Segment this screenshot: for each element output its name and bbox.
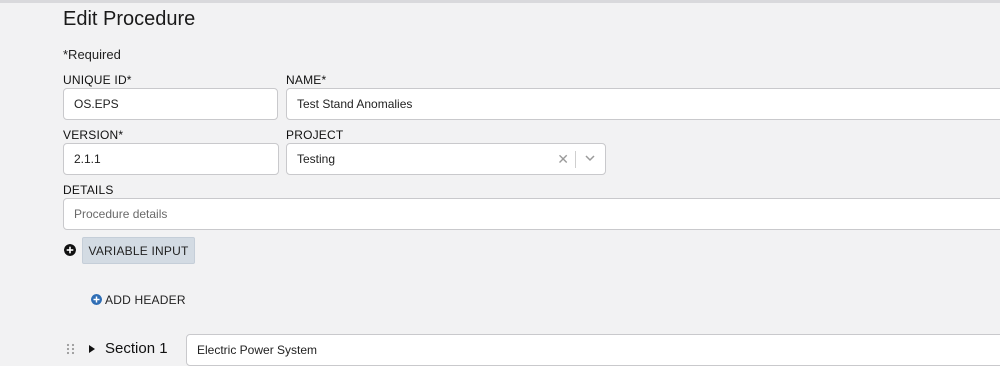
details-field[interactable]: Procedure details bbox=[63, 198, 1000, 230]
section-title-field[interactable]: Electric Power System bbox=[186, 334, 1000, 366]
add-header-button[interactable]: ADD HEADER bbox=[105, 293, 186, 307]
section-title-value: Electric Power System bbox=[197, 343, 318, 357]
variable-input-button[interactable]: VARIABLE INPUT bbox=[82, 237, 195, 264]
name-field[interactable]: Test Stand Anomalies bbox=[286, 88, 1000, 120]
clear-icon[interactable]: ✕ bbox=[557, 144, 569, 174]
version-field[interactable]: 2.1.1 bbox=[63, 143, 279, 175]
version-label: VERSION* bbox=[63, 128, 124, 142]
chevron-down-icon[interactable] bbox=[584, 152, 596, 164]
project-label: PROJECT bbox=[286, 128, 344, 142]
project-select[interactable]: Testing ✕ bbox=[286, 143, 606, 175]
unique-id-field[interactable]: OS.EPS bbox=[63, 88, 278, 120]
section-label: Section 1 bbox=[105, 340, 168, 357]
unique-id-label: UNIQUE ID* bbox=[63, 73, 132, 87]
select-separator bbox=[575, 151, 576, 168]
project-value: Testing bbox=[297, 152, 336, 166]
drag-handle-icon[interactable] bbox=[66, 343, 75, 355]
details-placeholder: Procedure details bbox=[74, 207, 168, 221]
name-label: NAME* bbox=[286, 73, 327, 87]
page-title: Edit Procedure bbox=[63, 8, 196, 30]
add-variable-icon[interactable] bbox=[64, 244, 76, 256]
details-label: DETAILS bbox=[63, 183, 114, 197]
add-header-icon[interactable] bbox=[91, 294, 102, 305]
top-border bbox=[0, 0, 1000, 3]
version-value: 2.1.1 bbox=[74, 152, 101, 166]
caret-right-icon[interactable] bbox=[88, 344, 96, 354]
required-note: *Required bbox=[63, 47, 121, 62]
unique-id-value: OS.EPS bbox=[74, 97, 119, 111]
name-value: Test Stand Anomalies bbox=[297, 97, 413, 111]
